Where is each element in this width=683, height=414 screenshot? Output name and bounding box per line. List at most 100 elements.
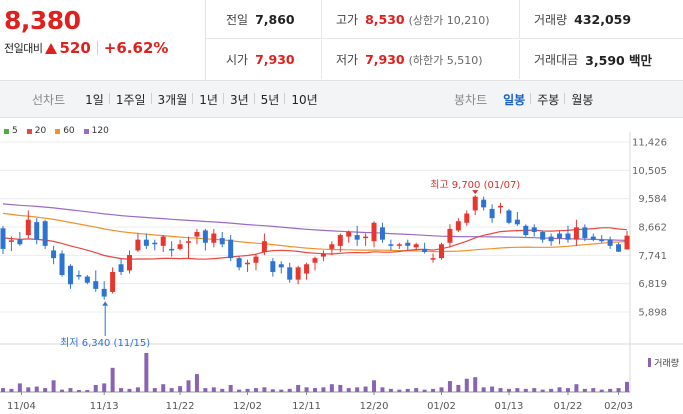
x-tick-label: 02/03 [604,401,633,412]
volume-bar [296,384,301,392]
upper-limit: (상한가 10,210) [408,13,490,27]
low-cell: 저가 7,930 (하한가 5,510) [321,40,519,79]
up-triangle-icon [45,42,58,54]
candle-body [186,241,192,243]
volume-bar [582,388,587,392]
volume-bar [60,389,65,392]
candle-body [236,258,242,268]
candle-body [152,242,158,245]
volume-bar [127,388,132,392]
volume-bar [144,353,149,392]
y-tick-label: 10,505 [632,166,667,177]
candle-body [261,241,267,252]
period-1y-tab[interactable]: 1년 [192,91,224,108]
period-1d-tab[interactable]: 1일 [79,91,110,108]
volume-bar [532,388,537,392]
line-chart-periods: 선차트 1일 1주일 3개월 1년 3년 5년 10년 [0,81,324,117]
quote-row: 시가 7,930 저가 7,930 (하한가 5,510) 거래대금 3,590… [206,40,683,79]
legend-swatch [26,128,32,134]
volume-bar [194,374,199,392]
quote-header: 8,380 전일대비 520 +6.62% 전일 7,860 고가 8,530 … [0,0,683,80]
volume-bar [464,378,469,392]
open-label: 시가 [226,53,249,67]
chart-toolbar: 선차트 1일 1주일 3개월 1년 3년 5년 10년 봉차트 일봉 주봉 월봉 [0,80,683,118]
candle-body [253,256,259,263]
stock-chart[interactable]: 11,426 10,505 9,584 8,662 7,741 6,819 5,898 11/… [0,118,683,414]
candle-body [202,230,208,243]
high-label: 고가 [336,13,359,27]
candle-body [438,244,444,259]
high-arrow-head [472,190,479,195]
legend-label: 60 [63,126,75,136]
volume-bar [608,388,613,392]
volume-bar [228,384,233,392]
low-annotation: 최저 6,340 (11/15) [60,337,150,349]
volume-bar [565,388,570,392]
legend-item-ma20[interactable]: 20 [26,126,46,136]
candle-body [464,213,470,223]
y-tick-label: 8,662 [638,223,667,234]
legend-label: 5 [12,126,18,136]
period-5y-tab[interactable]: 5년 [253,91,286,108]
low-value: 7,930 [365,52,405,67]
volume-bar [287,388,292,392]
legend-item-ma120[interactable]: 120 [83,126,109,136]
volume-bar [506,388,511,392]
candle-body [126,255,132,271]
candle-body [304,264,310,274]
legend-swatch [83,128,89,134]
volume-bar [135,387,140,392]
candle-body [396,244,402,246]
volume-bar [51,380,56,392]
daily-candle-tab[interactable]: 일봉 [497,91,531,108]
volume-bar [110,367,115,392]
candle-body [624,235,630,250]
volume-bar [270,389,275,392]
volume-bar [253,388,258,392]
candle-body [455,221,461,231]
volume-label: 거래량 [534,13,568,27]
low-label: 저가 [336,53,359,67]
open-cell: 시가 7,930 [206,40,321,79]
prev-close-label: 전일 [226,13,249,27]
candle-body [379,227,385,240]
legend-item-ma5[interactable]: 5 [4,126,18,136]
volume-legend: 거래량 [648,356,679,369]
candle-body [245,262,251,265]
volume-bar [262,387,267,392]
legend-swatch [55,128,61,134]
period-10y-tab[interactable]: 10년 [284,91,323,108]
candle-body [548,236,554,242]
chart-canvas[interactable]: 11,426 10,505 9,584 8,662 7,741 6,819 5,898 11/… [0,118,683,414]
candle-body [110,271,116,292]
volume-bar [26,387,31,392]
period-3y-tab[interactable]: 3년 [222,91,255,108]
volume-bar [447,381,452,392]
candle-body [51,250,57,259]
candle-body [0,228,6,249]
volume-bar [346,388,351,392]
candle-body [498,205,504,208]
candle-body [371,222,377,242]
period-1w-tab[interactable]: 1주일 [108,91,152,108]
ma-line-60 [2,212,628,253]
legend-swatch [4,128,9,134]
candle-body [211,233,217,243]
candle-body [84,276,90,283]
volume-bar [211,387,216,392]
candle-body [270,261,276,272]
candle-body [278,264,284,268]
candle-body [169,248,175,251]
weekly-candle-tab[interactable]: 주봉 [530,91,565,108]
monthly-candle-tab[interactable]: 월봉 [564,91,599,108]
candle-body [430,258,436,260]
candle-body [531,227,537,232]
ma-line-20 [2,227,628,260]
volume-bar [304,387,309,392]
volume-bar [397,389,402,392]
candle-body [573,227,579,240]
candle-body [160,236,166,246]
legend-item-ma60[interactable]: 60 [55,126,75,136]
period-3m-tab[interactable]: 3개월 [150,91,194,108]
volume-bar [186,380,191,392]
